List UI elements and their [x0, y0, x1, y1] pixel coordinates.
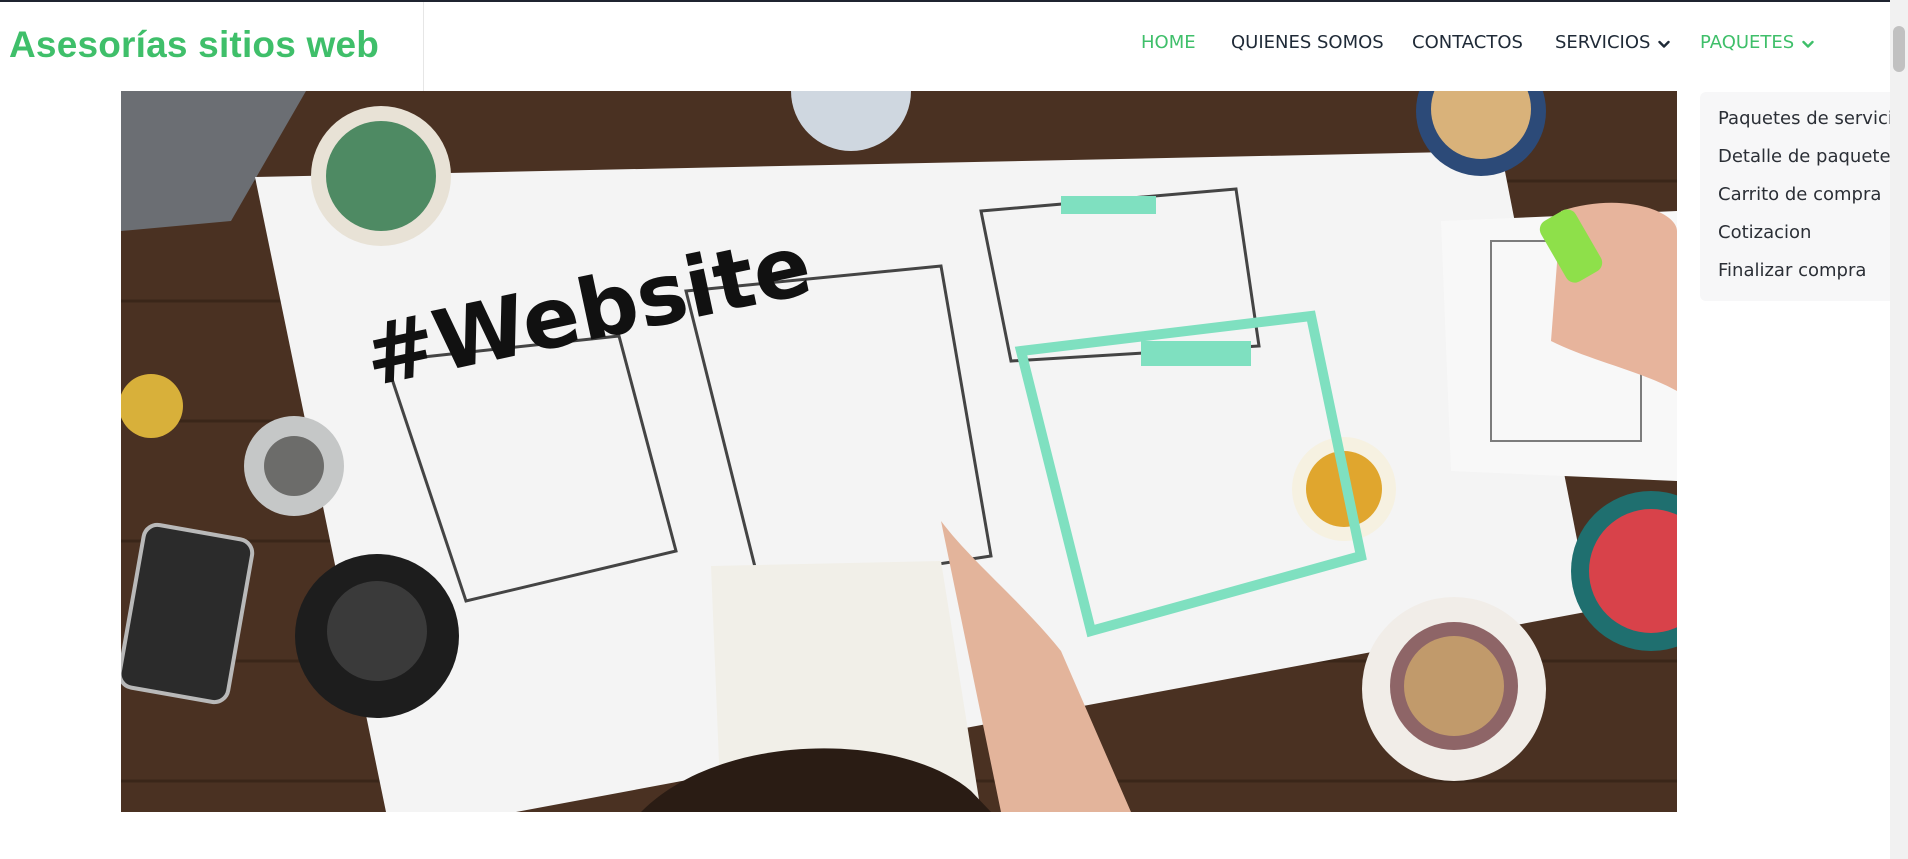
nav-contactos[interactable]: CONTACTOS	[1412, 32, 1523, 53]
chevron-down-icon	[1658, 33, 1671, 54]
site-logo-link[interactable]: Asesorías sitios web	[9, 24, 379, 66]
dropdown-item-carrito-de-compra[interactable]: Carrito de compra	[1718, 184, 1881, 205]
nav-paquetes[interactable]: PAQUETES	[1700, 32, 1814, 54]
site-header: Asesorías sitios web HOME QUIENES SOMOS …	[0, 2, 1890, 91]
nav-paquetes-label: PAQUETES	[1700, 32, 1795, 53]
nav-quienes-somos[interactable]: QUIENES SOMOS	[1231, 32, 1384, 53]
scrollbar-thumb[interactable]	[1893, 26, 1905, 72]
dropdown-item-finalizar-compra[interactable]: Finalizar compra	[1718, 260, 1866, 281]
hero-photo: #Website	[121, 91, 1677, 812]
dropdown-item-paquetes-de-servicios[interactable]: Paquetes de servicios	[1718, 108, 1890, 129]
chevron-down-icon	[1802, 33, 1814, 54]
hero-banner: #Website	[121, 91, 1677, 812]
dropdown-item-detalle-de-paquetes[interactable]: Detalle de paquetes	[1718, 146, 1890, 167]
nav-servicios-label: SERVICIOS	[1555, 32, 1651, 53]
paquetes-dropdown-menu: Paquetes de servicios Detalle de paquete…	[1700, 92, 1890, 301]
nav-servicios[interactable]: SERVICIOS	[1555, 32, 1671, 54]
brand-area: Asesorías sitios web	[0, 2, 424, 91]
vertical-scrollbar[interactable]	[1890, 0, 1908, 859]
nav-home[interactable]: HOME	[1141, 32, 1196, 53]
dropdown-item-cotizacion[interactable]: Cotizacion	[1718, 222, 1811, 243]
